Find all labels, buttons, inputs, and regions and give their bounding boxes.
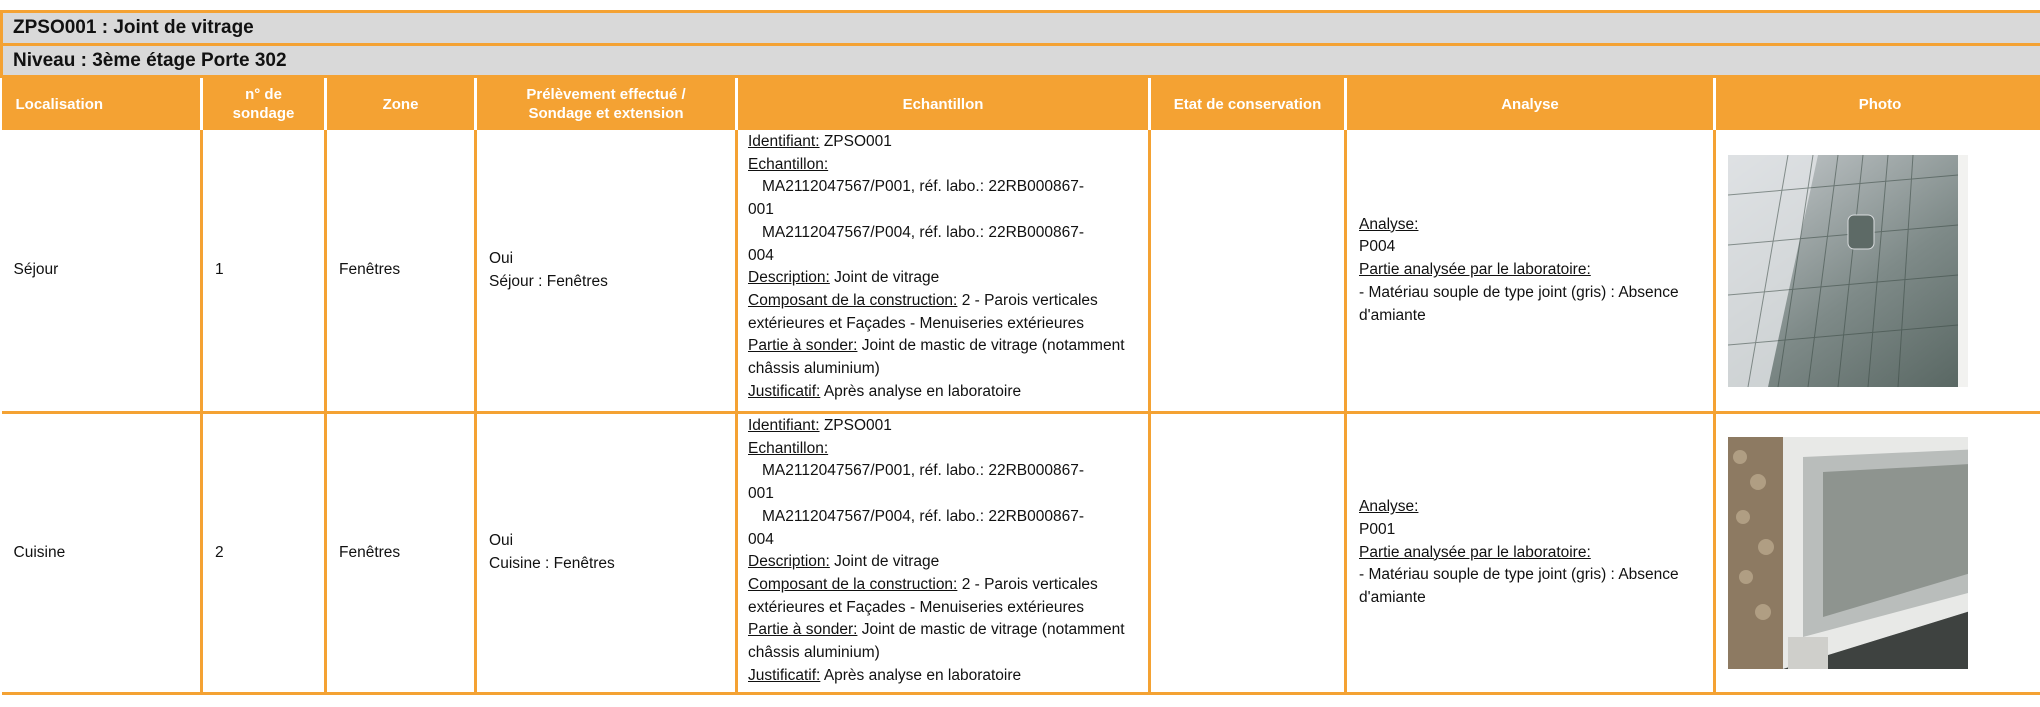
cell-analyse: Analyse: P004 Partie analysée par le lab…: [1345, 130, 1716, 414]
report-table: ZPSO001 : Joint de vitrage Niveau : 3ème…: [0, 10, 2040, 695]
cell-zone: Fenêtres: [325, 130, 477, 414]
analyse-code: P001: [1359, 520, 1396, 538]
prelevement-detail: Cuisine : Fenêtres: [489, 555, 615, 572]
identifiant-value: ZPSO001: [823, 133, 892, 150]
table-header: Localisation n° de sondage Zone Prélèvem…: [1, 76, 2040, 130]
header-etat: Etat de conservation: [1149, 76, 1347, 130]
header-localisation: Localisation: [1, 76, 203, 130]
justificatif-value: Après analyse en laboratoire: [823, 666, 1022, 684]
cell-zone: Fenêtres: [325, 412, 477, 695]
partie-analysee-label: Partie analysée par le laboratoire:: [1359, 543, 1591, 561]
cell-sondage: 2: [201, 412, 327, 695]
sample-ref: MA2112047567/P001, réf. labo.: 22RB00086…: [762, 462, 1085, 480]
header-echantillon: Echantillon: [736, 76, 1151, 130]
header-sondage: n° de sondage: [201, 76, 327, 130]
cell-localisation: Cuisine: [1, 412, 203, 695]
cell-prelevement: Oui Cuisine : Fenêtres: [475, 412, 738, 695]
level-row: Niveau : 3ème étage Porte 302: [0, 44, 2040, 78]
title-row: ZPSO001 : Joint de vitrage: [0, 10, 2040, 46]
identifiant-label: Identifiant:: [748, 417, 820, 434]
sample-ref: MA2112047567/P004, réf. labo.: 22RB00086…: [762, 223, 1085, 241]
cell-etat: [1149, 412, 1347, 695]
identifiant-value: ZPSO001: [823, 417, 892, 434]
cell-etat: [1149, 130, 1347, 414]
header-photo: Photo: [1714, 76, 2040, 130]
header-prelevement: Prélèvement effectué / Sondage et extens…: [475, 76, 738, 130]
table-row: Séjour 1 Fenêtres Oui Séjour : Fenêtres …: [1, 130, 2040, 414]
description-label: Description:: [748, 553, 830, 571]
partie-analysee-label: Partie analysée par le laboratoire:: [1359, 261, 1591, 279]
table-row: Cuisine 2 Fenêtres Oui Cuisine : Fenêtre…: [1, 412, 2040, 695]
sample-ref: MA2112047567/P004, réf. labo.: 22RB00086…: [762, 507, 1085, 525]
report-title: ZPSO001 : Joint de vitrage: [0, 10, 2040, 46]
cell-analyse: Analyse: P001 Partie analysée par le lab…: [1345, 412, 1716, 695]
cell-sondage: 1: [201, 130, 327, 414]
cell-localisation: Séjour: [1, 130, 203, 414]
prelevement-detail: Séjour : Fenêtres: [489, 272, 608, 290]
cell-prelevement: Oui Séjour : Fenêtres: [475, 130, 738, 414]
partie-label: Partie à sonder:: [748, 337, 858, 355]
description-label: Description:: [748, 269, 830, 287]
analyse-code: P004: [1359, 238, 1396, 256]
analyse-result: - Matériau souple de type joint (gris) :…: [1359, 566, 1679, 607]
prelevement-value: Oui: [489, 532, 514, 550]
analyse-label: Analyse:: [1359, 498, 1419, 516]
prelevement-value: Oui: [489, 249, 514, 267]
cell-photo: [1714, 412, 2040, 695]
level-title: Niveau : 3ème étage Porte 302: [0, 44, 2040, 78]
justificatif-value: Après analyse en laboratoire: [823, 382, 1022, 400]
composant-label: Composant de la construction:: [748, 291, 958, 309]
sample-ref-suffix: 001: [748, 485, 774, 503]
sample-ref-suffix: 004: [748, 246, 774, 264]
composant-label: Composant de la construction:: [748, 575, 958, 593]
partie-label: Partie à sonder:: [748, 621, 858, 639]
sample-ref-suffix: 001: [748, 201, 774, 219]
description-value: Joint de vitrage: [834, 553, 940, 571]
description-value: Joint de vitrage: [834, 269, 940, 287]
sample-ref: MA2112047567/P001, réf. labo.: 22RB00086…: [762, 178, 1085, 196]
window-photo: [1728, 437, 1968, 669]
analyse-result: - Matériau souple de type joint (gris) :…: [1359, 283, 1679, 324]
cell-echantillon: Identifiant: ZPSO001 Echantillon: MA2112…: [736, 412, 1151, 695]
echantillon-label: Echantillon:: [748, 439, 829, 457]
analyse-label: Analyse:: [1359, 215, 1419, 233]
window-photo-cuisine: [1728, 437, 1968, 669]
cell-photo: [1714, 130, 2040, 414]
justificatif-label: Justificatif:: [748, 666, 821, 684]
header-zone: Zone: [325, 76, 477, 130]
report-page: ZPSO001 : Joint de vitrage Niveau : 3ème…: [0, 0, 2040, 707]
identifiant-label: Identifiant:: [748, 133, 820, 150]
echantillon-label: Echantillon:: [748, 155, 829, 173]
sample-ref-suffix: 004: [748, 530, 774, 548]
justificatif-label: Justificatif:: [748, 382, 821, 400]
cell-echantillon: Identifiant: ZPSO001 Echantillon: MA2112…: [736, 130, 1151, 414]
window-photo: [1728, 154, 1968, 387]
window-photo-sejour: [1728, 154, 1968, 387]
header-analyse: Analyse: [1345, 76, 1716, 130]
